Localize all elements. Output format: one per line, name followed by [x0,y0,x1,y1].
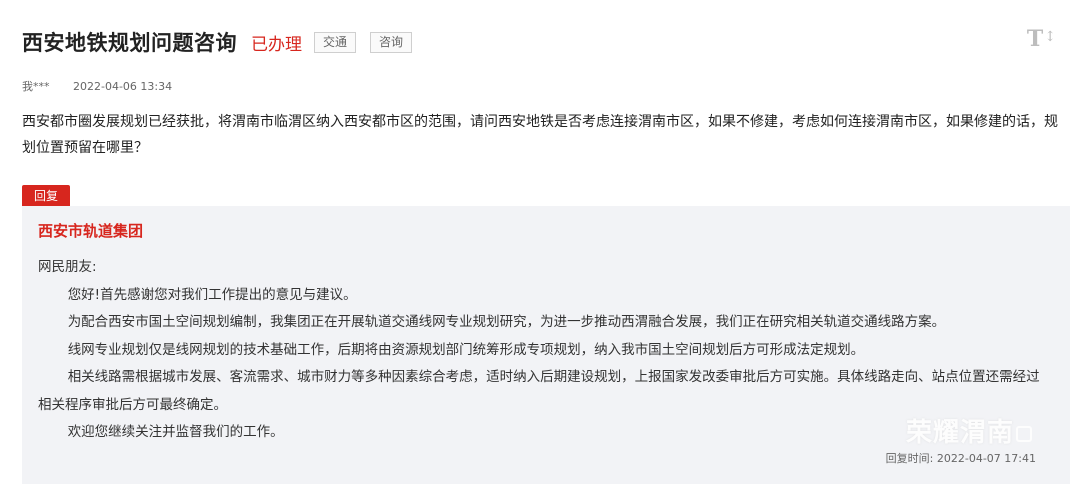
font-size-toggle-button[interactable]: T ↕ [1027,26,1056,52]
post-date: 2022-04-06 13:34 [73,80,173,93]
reply-paragraph: 线网专业规划仅是线网规划的技术基础工作，后期将由资源规划部门统筹形成专项规划，纳… [67,341,865,358]
reply-box: 西安市轨道集团 网民朋友: 您好!首先感谢您对我们工作提出的意见与建议。 为配合… [22,206,1070,484]
reply-paragraph: 您好!首先感谢您对我们工作提出的意见与建议。 [67,286,357,303]
tag-traffic[interactable]: 交通 [314,31,357,53]
author: 我*** [22,80,50,93]
updown-arrow-icon: ↕ [1044,29,1056,45]
reply-paragraph: 为配合西安市国土空间规划编制，我集团正在开展轨道交通线网专业规划研究，为进一步推… [67,314,946,330]
reply-tag: 回复 [22,185,71,207]
reply-body: 网民朋友: 您好!首先感谢您对我们工作提出的意见与建议。 为配合西安市国土空间规… [38,254,1048,447]
reply-org: 西安市轨道集团 [38,222,144,240]
reply-time-value: 2022-04-07 17:41 [936,452,1036,465]
font-size-icon: T [1026,26,1044,52]
page: 西安地铁规划问题咨询 已办理 交通 咨询 T ↕ 我*** 2022-04-06… [0,0,1080,484]
tag-consult[interactable]: 咨询 [370,31,413,53]
reply-time-label: 回复时间: [885,452,934,465]
page-title: 西安地铁规划问题咨询 [22,31,237,55]
reply-time: 回复时间: 2022-04-07 17:41 [886,450,1036,466]
question-text: 西安都市圈发展规划已经获批，将渭南市临渭区纳入西安都市区的范围，请问西安地铁是否… [22,114,1058,156]
title-row: 西安地铁规划问题咨询 已办理 交通 咨询 [22,27,413,57]
reply-greeting: 网民朋友: [38,259,97,275]
watermark-icon [1016,425,1032,442]
status-badge: 已办理 [251,34,302,55]
watermark-logo: 荣耀渭南 [906,412,1032,449]
reply-paragraph: 相关线路需根据城市发展、客流需求、城市财力等多种因素综合考虑，适时纳入后期建设规… [38,369,1040,413]
post-meta: 我*** 2022-04-06 13:34 [22,78,172,94]
reply-paragraph: 欢迎您继续关注并监督我们的工作。 [67,424,284,440]
